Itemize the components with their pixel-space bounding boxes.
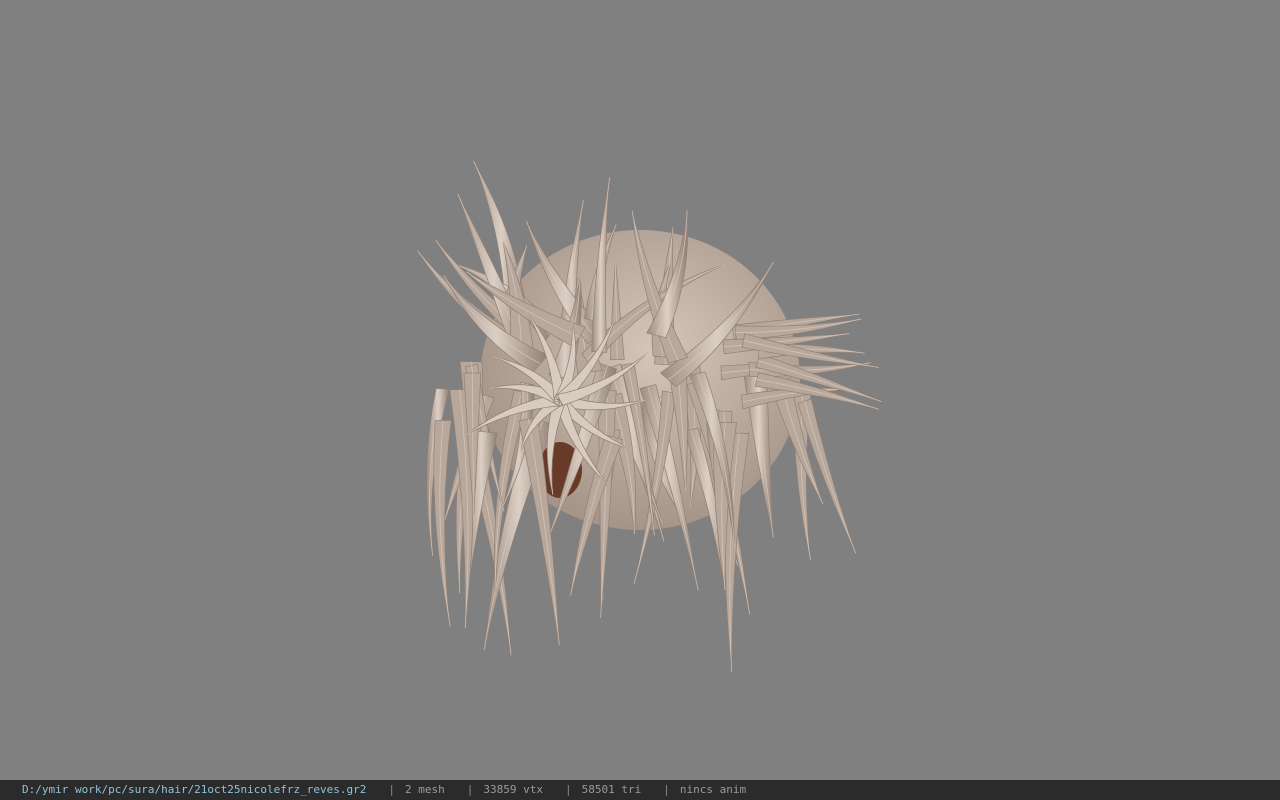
separator: |	[564, 783, 572, 796]
hair-strand	[433, 419, 452, 627]
mesh-count: 2 mesh	[405, 783, 445, 796]
file-path: D:/ymir work/pc/sura/hair/21oct25nicolef…	[22, 783, 367, 796]
vertex-count: 33859 vtx	[483, 783, 543, 796]
anim-status: nincs anim	[679, 783, 747, 796]
separator: |	[663, 783, 670, 796]
separator: |	[388, 783, 395, 796]
status-bar: D:/ymir work/pc/sura/hair/21oct25nicolef…	[0, 780, 1280, 800]
3d-viewport[interactable]	[0, 0, 1280, 780]
triangle-count: 58501 tri	[581, 783, 642, 796]
hair-mesh-model	[417, 160, 882, 672]
separator: |	[466, 783, 474, 796]
